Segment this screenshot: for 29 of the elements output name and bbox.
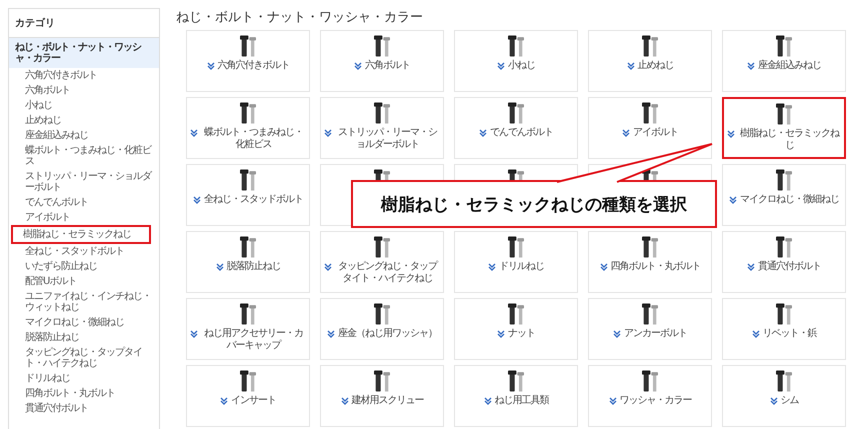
card-label: インサート <box>231 395 276 407</box>
card-label: 六角穴付きボルト <box>218 60 290 72</box>
card-label: ドリルねじ <box>499 261 544 273</box>
card-label: ストリッパ・リーマ・ショルダーボルト <box>337 127 438 151</box>
card-label: 座金（ねじ用ワッシャ） <box>338 328 437 340</box>
card-label: 貫通穴付ボルト <box>758 261 821 273</box>
card-label: タッピングねじ・タップタイト・ハイテクねじ <box>337 261 439 285</box>
card-label: でんでんボルト <box>490 127 553 139</box>
card-label: シム <box>780 395 798 407</box>
card-label: 六角ボルト <box>365 60 410 72</box>
card-label: ねじ用アクセサリー・カバーキャップ <box>203 328 304 352</box>
card-label: 止めねじ <box>638 60 674 72</box>
card-label: アンカーボルト <box>624 328 687 340</box>
card-label: ナット <box>508 328 535 340</box>
card-label: ねじ用工具類 <box>494 395 548 407</box>
card-label: 脱落防止ねじ <box>226 261 280 273</box>
section-title: ねじ・ボルト・ナット・ワッシャ・カラー <box>176 9 424 26</box>
card-label: ワッシャ・カラー <box>620 395 692 407</box>
callout-text: 樹脂ねじ・セラミックねじの種類を選択 <box>381 194 687 216</box>
card-label: マイクロねじ・微細ねじ <box>740 194 839 206</box>
card-label: 全ねじ・スタッドボルト <box>204 194 303 206</box>
card-label: リベット・鋲 <box>762 328 816 340</box>
card-label: 小ねじ <box>508 60 535 72</box>
card-label: 建材用スクリュー <box>352 395 424 407</box>
card-label: アイボルト <box>633 127 678 139</box>
card-label: 四角ボルト・丸ボルト <box>610 261 700 273</box>
card-label: 座金組込みねじ <box>758 60 821 72</box>
card-label: 蝶ボルト・つまみねじ・化粧ビス <box>203 127 304 151</box>
card-label: 樹脂ねじ・セラミックねじ <box>739 128 840 152</box>
